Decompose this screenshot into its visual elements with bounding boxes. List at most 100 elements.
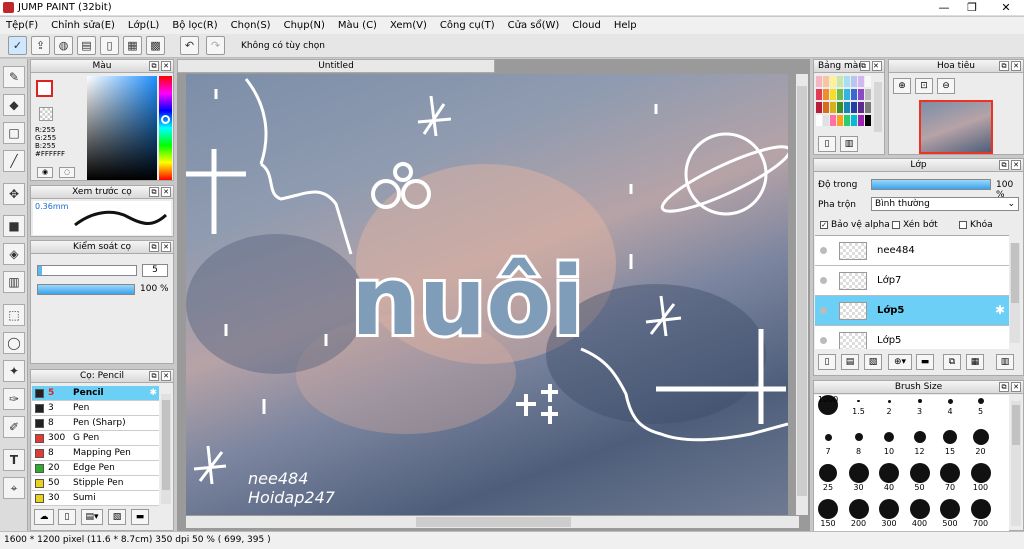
move-tool-icon[interactable]: ✥ [3,183,25,205]
brush-size-dot[interactable] [917,399,922,403]
brush-item-pen[interactable]: 3 Pen [32,401,159,416]
palette-swatch[interactable] [816,89,822,100]
menu-capture[interactable]: Chụp(N) [284,20,325,31]
brush-size-dot[interactable] [824,433,832,441]
layer-list-scrollbar[interactable] [1010,243,1020,343]
delete-color-icon[interactable]: ▥ [840,136,858,152]
brush-size-dot[interactable] [943,430,957,444]
palette-swatch[interactable] [837,76,843,87]
lock-checkbox[interactable]: Khóa [959,220,993,230]
palette-swatch[interactable] [844,89,850,100]
close-icon[interactable]: ✕ [161,371,171,381]
palette-swatch[interactable] [865,89,871,100]
palette-swatch[interactable] [823,76,829,87]
check-icon[interactable]: ✓ [8,36,27,55]
fill-rect-tool-icon[interactable]: ■ [3,215,25,237]
brush-size-dot[interactable] [972,429,989,445]
folder-icon[interactable]: ▬ [131,509,149,525]
new-layer-icon[interactable]: ▯ [818,354,836,370]
palette-swatch[interactable] [816,102,822,113]
palette-swatch[interactable] [816,76,822,87]
document-icon[interactable]: ▦ [123,36,142,55]
new-raster-layer-icon[interactable]: ▤ [841,354,859,370]
menu-window[interactable]: Cửa sổ(W) [508,20,560,31]
brush-size-dot[interactable] [947,398,953,404]
protect-alpha-checkbox[interactable]: ✓ Bảo vệ alpha [820,220,890,230]
color-swap-icon[interactable]: ◌ [59,167,75,178]
select-rect-tool-icon[interactable]: ⬚ [3,304,25,326]
close-icon[interactable]: ✕ [872,61,882,71]
float-icon[interactable]: ⧉ [149,61,159,71]
layer-opacity-slider[interactable] [871,179,991,190]
float-icon[interactable]: ⧉ [149,242,159,252]
new-brush-icon[interactable]: ▯ [58,509,76,525]
brush-size-dot[interactable] [887,399,891,403]
brush-item-pencil[interactable]: 5 Pencil ✱ [32,386,159,401]
brush-size-dot[interactable] [884,432,894,442]
palette-swatch[interactable] [844,102,850,113]
menu-filter[interactable]: Bộ lọc(R) [172,20,217,31]
close-icon[interactable]: ✕ [161,187,171,197]
eraser-tool-icon[interactable]: ◆ [3,94,25,116]
palette-swatch[interactable] [830,89,836,100]
bucket-tool-icon[interactable]: ◈ [3,243,25,265]
text-tool-icon[interactable]: T [3,449,25,471]
brush-opacity-slider[interactable] [37,284,135,295]
close-button[interactable]: ✕ [990,0,1022,16]
close-icon[interactable]: ✕ [161,61,171,71]
foreground-color-swatch[interactable] [36,80,53,97]
clipping-checkbox[interactable]: Xén bớt [892,220,938,230]
brush-size-dot[interactable] [854,433,863,441]
menu-layer[interactable]: Lớp(L) [128,20,159,31]
speech-bubble-icon[interactable]: ◍ [54,36,73,55]
brush-cloud-icon[interactable]: ☁ [34,509,54,525]
brush-size-dot[interactable] [857,399,860,403]
gradient-tool-icon[interactable]: ▥ [3,271,25,293]
brush-size-dot[interactable] [819,464,837,482]
brush-size-dot[interactable] [879,463,899,483]
menu-tools[interactable]: Công cụ(T) [440,20,495,31]
layer-row[interactable]: nee484 [815,236,1009,266]
merge-layer-icon[interactable]: ▦ [966,354,984,370]
palette-swatch[interactable] [816,115,822,126]
canvas-vertical-scrollbar[interactable] [796,74,808,515]
brush-tool-icon[interactable]: ✎ [3,66,25,88]
brush-item-sumi[interactable]: 30 Sumi [32,491,159,506]
brush-size-dot[interactable] [977,398,984,404]
folder-icon[interactable]: ▬ [916,354,934,370]
layer-row[interactable]: Lớp7 [815,266,1009,296]
palette-swatch[interactable] [865,102,871,113]
brush-size-dot[interactable] [848,499,869,519]
add-layer-menu-icon[interactable]: ⊕▾ [888,354,912,370]
canvas-horizontal-scrollbar[interactable] [186,516,799,528]
palette-swatch[interactable] [844,76,850,87]
palette-swatch[interactable] [823,115,829,126]
line-tool-icon[interactable]: ╱ [3,150,25,172]
brush-size-dot[interactable] [909,463,930,483]
float-icon[interactable]: ⧉ [149,371,159,381]
lasso-tool-icon[interactable]: ◯ [3,332,25,354]
brush-item-mapping-pen[interactable]: 8 Mapping Pen [32,446,159,461]
menu-edit[interactable]: Chỉnh sửa(E) [51,20,115,31]
brush-size-scrollbar[interactable] [1011,401,1021,526]
canvas[interactable]: nuôi nee484 Hoidap247 [186,74,788,515]
brush-item-pen-sharp[interactable]: 8 Pen (Sharp) [32,416,159,431]
menu-view[interactable]: Xem(V) [390,20,427,31]
brush-size-dot[interactable] [913,431,926,443]
palette-swatch[interactable] [865,115,871,126]
zoom-in-icon[interactable]: ⊕ [893,78,911,94]
comment-icon[interactable]: ▤ [77,36,96,55]
maximize-button[interactable]: ❐ [956,0,988,16]
visibility-icon[interactable] [820,277,827,284]
float-icon[interactable]: ⧉ [149,187,159,197]
float-icon[interactable]: ⧉ [999,160,1009,170]
navigator-thumbnail[interactable] [919,100,993,154]
saturation-value-picker[interactable] [87,76,157,180]
palette-scrollbar[interactable] [874,82,882,132]
gear-icon[interactable]: ✱ [995,303,1005,317]
palette-swatch[interactable] [823,102,829,113]
page-icon[interactable]: ▯ [100,36,119,55]
brush-size-dot[interactable] [940,463,960,483]
visibility-icon[interactable] [820,247,827,254]
palette-swatch[interactable] [851,76,857,87]
